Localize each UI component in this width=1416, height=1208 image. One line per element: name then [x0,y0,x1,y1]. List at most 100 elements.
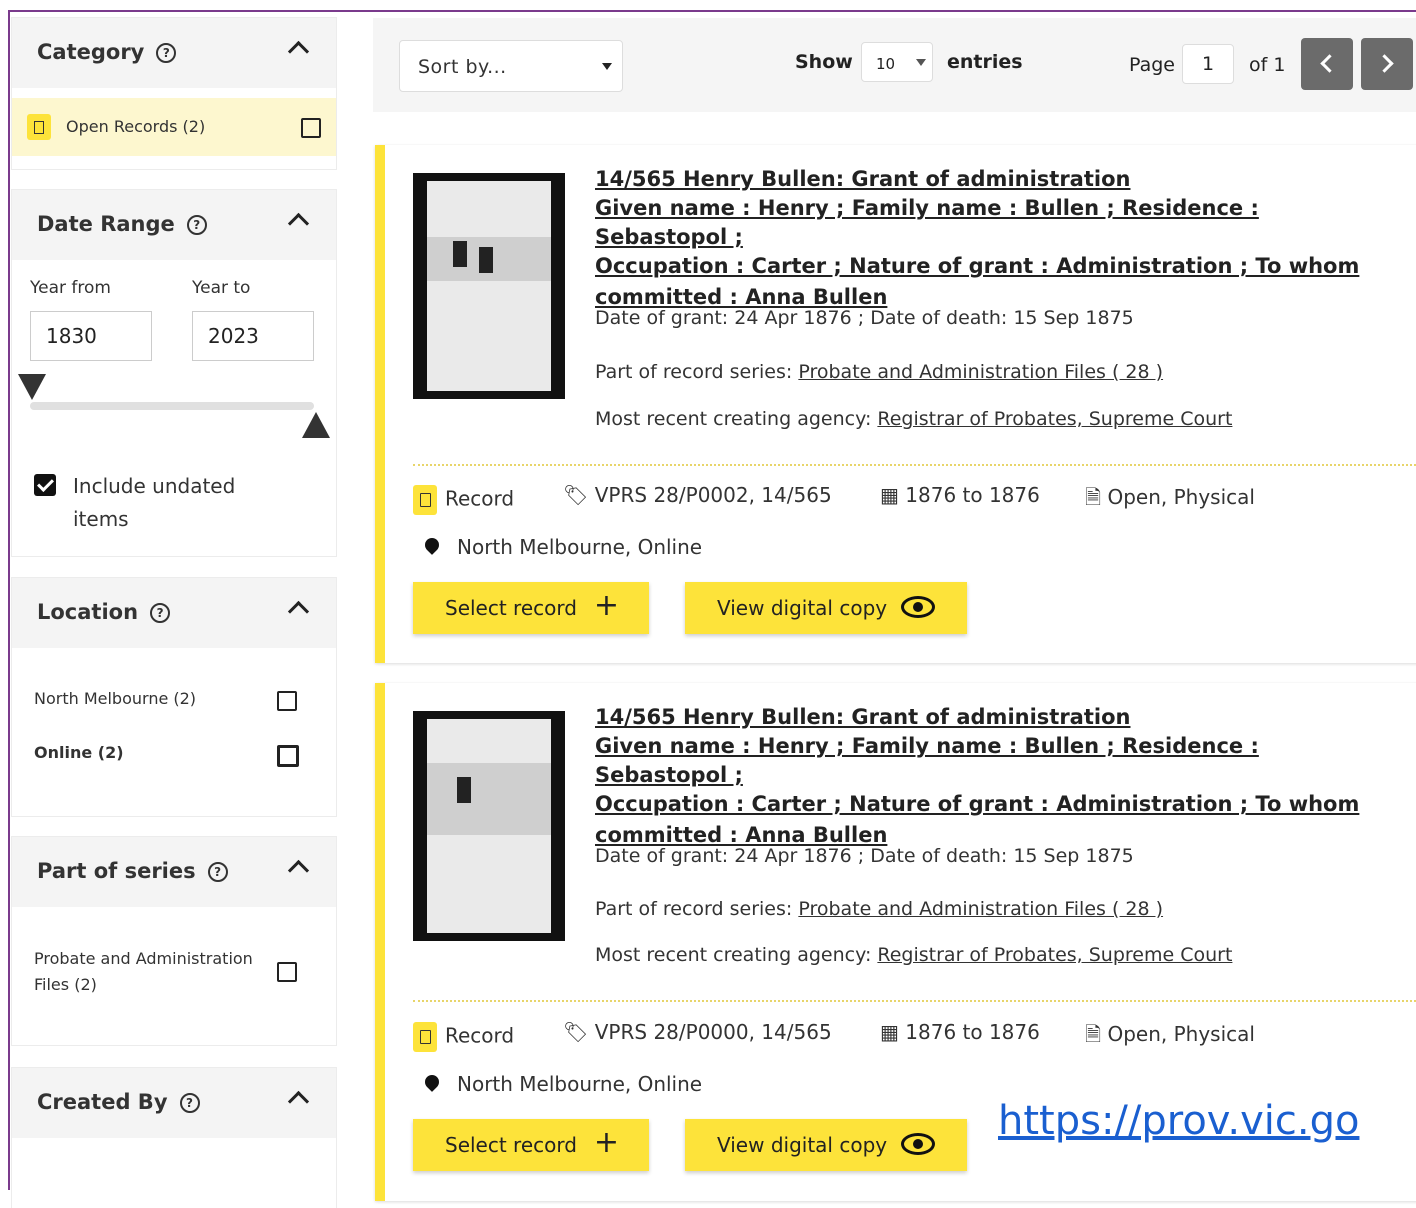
location-panel: Location? North Melbourne (2) Online (2) [12,578,336,816]
record-title-link[interactable]: 14/565 Henry Bullen: Grant of administra… [595,703,1375,850]
record-location: North Melbourne, Online [422,535,703,559]
record-dates: Date of grant: 24 Apr 1876 ; Date of dea… [595,845,1134,867]
include-undated-label: Include undated items [73,474,236,531]
help-icon[interactable]: ? [207,862,228,882]
year-to-label: Year to [192,278,251,298]
agency-prefix: Most recent creating agency: [595,408,878,430]
year-to-input[interactable]: 2023 [192,311,314,361]
record-desc-line: Occupation : Carter ; Nature of grant : … [595,792,1360,816]
slider-handle-to[interactable] [302,412,330,438]
record-desc-line: Given name : Henry ; Family name : Bulle… [595,734,1259,787]
record-access: 🗎 Open, Physical [1085,483,1255,517]
chevron-left-icon [1320,54,1339,73]
chevron-up-icon[interactable] [287,1090,310,1113]
page-number-input[interactable]: 1 [1182,44,1234,84]
slider-handle-from[interactable] [18,374,46,400]
series-link[interactable]: Probate and Administration Files ( 28 ) [798,361,1163,383]
location-online-checkbox[interactable] [277,745,299,767]
eye-icon [901,1133,935,1155]
view-digital-copy-button[interactable]: View digital copy [685,582,967,634]
result-card: 14/565 Henry Bullen: Grant of administra… [375,145,1416,663]
document-icon [413,485,437,515]
results-toolbar: Sort by... Show 10 entries Page 1 of 1 [373,18,1416,112]
select-record-button[interactable]: Select record + [413,582,649,634]
prev-page-button[interactable] [1301,38,1353,90]
agency-link[interactable]: Registrar of Probates, Supreme Court [877,408,1232,430]
record-series: Part of record series: Probate and Admin… [595,898,1163,920]
view-digital-copy-button[interactable]: View digital copy [685,1119,967,1171]
chevron-right-icon [1375,54,1394,73]
filter-option-open-records[interactable]: Open Records (2) [12,98,336,156]
record-type-label: Record [445,486,515,511]
panel-title: Date Range? [37,212,207,236]
next-page-button[interactable] [1361,38,1413,90]
record-agency: Most recent creating agency: Registrar o… [595,408,1232,430]
prov-url-link[interactable]: https://prov.vic.go [998,1098,1359,1144]
record-title-link[interactable]: 14/565 Henry Bullen: Grant of administra… [595,165,1375,312]
record-series: Part of record series: Probate and Admin… [595,361,1163,383]
category-panel-header[interactable]: Category? [12,18,336,88]
include-undated-checkbox[interactable] [34,474,56,496]
record-access: 🗎 Open, Physical [1085,1020,1255,1054]
chevron-up-icon[interactable] [287,212,310,235]
record-id: 🏷 VPRS 28/P0000, 14/565 [563,1020,832,1044]
eye-icon [901,596,935,618]
record-location-label: North Melbourne, Online [457,535,703,559]
series-probate-checkbox[interactable] [277,962,297,982]
help-icon[interactable]: ? [179,1093,200,1113]
date-range-slider-track[interactable] [30,402,314,410]
created-by-panel: Created By? [12,1068,336,1208]
panel-title: Category? [37,40,177,64]
series-panel: Part of series? Probate and Administrati… [12,837,336,1045]
chevron-up-icon[interactable] [287,40,310,63]
view-digital-copy-label: View digital copy [717,596,888,620]
year-from-input[interactable]: 1830 [30,311,152,361]
sort-select[interactable]: Sort by... [399,40,623,92]
record-type-label: Record [445,1023,515,1048]
series-link[interactable]: Probate and Administration Files ( 28 ) [798,898,1163,920]
date-range-panel: Date Range? Year from Year to 1830 2023 … [12,190,336,556]
chevron-up-icon[interactable] [287,600,310,623]
record-id-label: VPRS 28/P0000, 14/565 [594,1020,832,1044]
location-north-melbourne-checkbox[interactable] [277,691,297,711]
date-range-panel-header[interactable]: Date Range? [12,190,336,260]
select-record-label: Select record [445,596,577,620]
panel-title: Part of series? [37,859,228,883]
location-north-melbourne-label: North Melbourne (2) [34,689,197,708]
record-type: Record [413,1022,514,1052]
show-label: Show [795,51,853,73]
map-pin-icon [422,535,442,555]
entries-select[interactable]: 10 [861,42,933,82]
tag-icon: 🏷 [563,483,589,507]
open-records-checkbox[interactable] [301,118,321,138]
record-location: North Melbourne, Online [422,1072,702,1096]
record-range: ▦ 1876 to 1876 [880,1020,1040,1044]
document-icon [413,1022,437,1052]
agency-link[interactable]: Registrar of Probates, Supreme Court [877,944,1232,966]
map-pin-icon [422,1072,442,1092]
record-access-label: Open, Physical [1107,485,1255,509]
record-access-label: Open, Physical [1107,1022,1255,1046]
category-panel: Category? Open Records (2) [12,18,336,169]
page-count: of 1 [1249,54,1286,76]
help-icon[interactable]: ? [156,43,177,63]
plus-icon: + [593,588,619,623]
plus-icon: + [593,1125,619,1160]
help-icon[interactable]: ? [186,215,207,235]
series-panel-header[interactable]: Part of series? [12,837,336,907]
help-icon[interactable]: ? [150,603,171,623]
location-panel-header[interactable]: Location? [12,578,336,648]
document-icon [27,114,51,140]
record-thumbnail[interactable] [413,173,565,399]
record-agency: Most recent creating agency: Registrar o… [595,944,1232,966]
year-from-label: Year from [30,278,111,298]
caret-down-icon [916,59,926,66]
caret-down-icon [602,63,612,70]
series-probate-label: Probate and Administration Files (2) [34,949,253,994]
select-record-button[interactable]: Select record + [413,1119,649,1171]
created-by-panel-header[interactable]: Created By? [12,1068,336,1138]
filter-label: Open Records (2) [66,117,206,136]
chevron-up-icon[interactable] [287,859,310,882]
record-thumbnail[interactable] [413,711,565,941]
document-icon: 🗎 [1085,485,1102,509]
